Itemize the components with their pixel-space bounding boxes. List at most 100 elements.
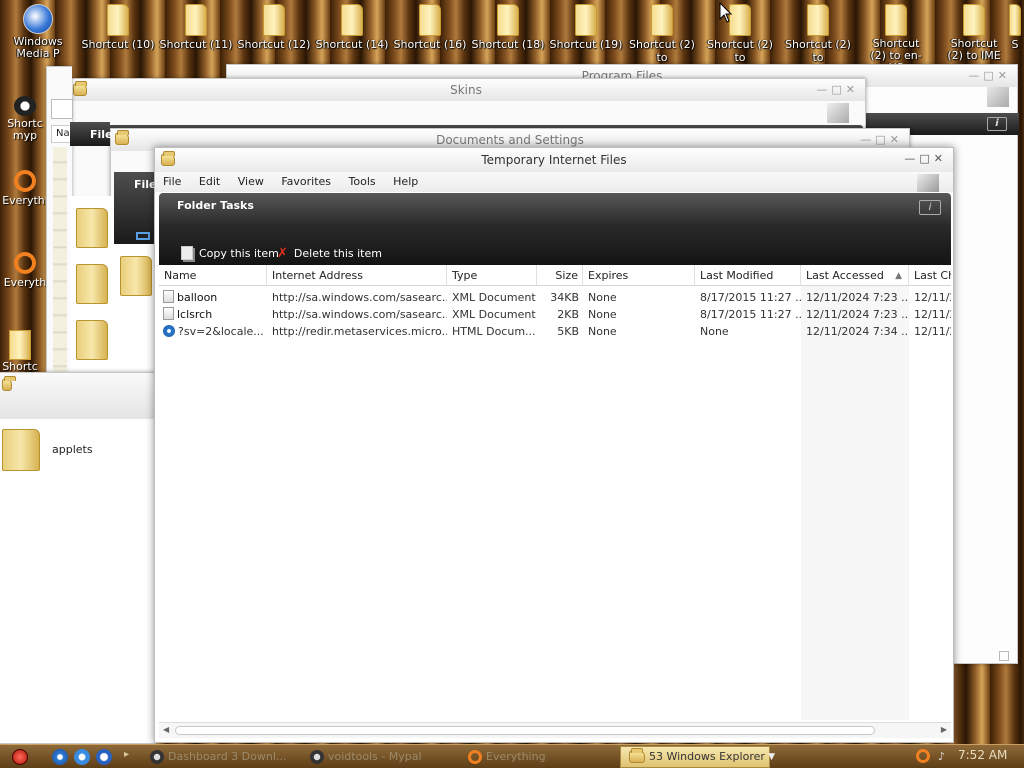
column-header-last-accessed[interactable]: Last Accessed ▲: [801, 265, 909, 286]
desktop-icon-media-player[interactable]: Windows Media P: [0, 2, 76, 60]
window-title: Temporary Internet Files: [481, 153, 627, 167]
column-header-name[interactable]: Name: [159, 265, 267, 286]
menu-favorites[interactable]: Favorites: [281, 172, 331, 192]
tray-volume-icon[interactable]: ♪: [938, 750, 945, 763]
clock[interactable]: 7:52 AM: [958, 748, 1007, 762]
maximize-icon[interactable]: □: [919, 152, 933, 165]
minimize-icon[interactable]: —: [968, 69, 983, 82]
browser-alt-quicklaunch-icon[interactable]: [74, 749, 90, 765]
window-controls[interactable]: —□✕: [816, 79, 859, 101]
column-header-last-checked[interactable]: Last Ch: [909, 265, 951, 286]
horizontal-scrollbar[interactable]: ◀ ▶: [159, 722, 951, 738]
minimize-icon[interactable]: —: [816, 83, 831, 96]
cell-name: balloon: [177, 291, 218, 304]
desktop-icon-shortcut-19[interactable]: Shortcut (19): [548, 2, 624, 51]
close-icon[interactable]: ✕: [998, 69, 1011, 82]
maximize-icon[interactable]: □: [831, 83, 845, 96]
folder-icon: [161, 151, 175, 166]
window-left-explorer[interactable]: Na: [46, 66, 73, 377]
resize-grip-icon[interactable]: [999, 651, 1009, 661]
desktop-icon-label: Everyth: [3, 276, 47, 289]
scroll-right-icon[interactable]: ▶: [941, 725, 947, 734]
skins-band-label: File: [90, 128, 113, 141]
xml-file-icon: [163, 290, 174, 303]
column-header-last-modified[interactable]: Last Modified: [695, 265, 801, 286]
desktop-icon-shortcut-2-to-ime[interactable]: Shortcut (2) to IME: [936, 2, 1012, 62]
desktop-icon-everything-b[interactable]: Everyth: [0, 252, 50, 289]
menu-tools[interactable]: Tools: [349, 172, 376, 192]
chevron-down-icon[interactable]: ▼: [768, 747, 775, 767]
taskbar-item-label: Everything: [486, 750, 546, 763]
scrollbar-thumb[interactable]: [175, 726, 875, 735]
menu-edit[interactable]: Edit: [199, 172, 220, 192]
chevron-right-icon[interactable]: ▸: [124, 749, 129, 760]
folder-tasks-panel: Folder Tasks i Copy this item ✗ Delete t…: [159, 193, 951, 265]
maximize-icon[interactable]: □: [875, 133, 889, 146]
desktop-icon-shortcut-14[interactable]: Shortcut (14): [314, 2, 390, 51]
column-label: Name: [164, 269, 197, 282]
desktop-icon-shortcut-left[interactable]: Shortc: [0, 330, 40, 373]
window-title-bar[interactable]: Skins —□✕: [67, 79, 865, 101]
maximize-icon[interactable]: □: [983, 69, 997, 82]
nav-input[interactable]: [51, 99, 73, 119]
close-icon[interactable]: ✕: [846, 83, 859, 96]
folder-icon[interactable]: [76, 264, 108, 304]
menu-view[interactable]: View: [238, 172, 264, 192]
desktop-icon-shortcut-2-to-b[interactable]: Shortcut (2) to: [702, 2, 778, 64]
skins-band-left: File: [70, 122, 113, 146]
start-button[interactable]: [12, 749, 28, 765]
table-row[interactable]: lclsrch http://sa.windows.com/sasearc...…: [159, 306, 951, 323]
desktop-icon-shortcut-2-to-a[interactable]: Shortcut (2) to: [624, 2, 700, 64]
window-controls[interactable]: —□✕: [904, 148, 947, 170]
column-header-expires[interactable]: Expires: [583, 265, 695, 286]
taskbar-item-dashboard[interactable]: Dashboard 3 Downl...: [146, 747, 286, 767]
column-header-internet-address[interactable]: Internet Address: [267, 265, 447, 286]
minimize-icon[interactable]: —: [860, 133, 875, 146]
desktop-icon-shortcut-10[interactable]: Shortcut (10): [80, 2, 156, 51]
table-row[interactable]: balloon http://sa.windows.com/sasearc...…: [159, 289, 951, 306]
tray-search-icon[interactable]: [916, 749, 930, 763]
desktop-icon-shortcut-18[interactable]: Shortcut (18): [470, 2, 546, 51]
delete-item-button[interactable]: ✗ Delete this item: [277, 246, 382, 261]
close-icon[interactable]: ✕: [890, 133, 903, 146]
menu-help[interactable]: Help: [393, 172, 418, 192]
folder-icon: [419, 4, 441, 36]
desktop-icon-shortcut-16[interactable]: Shortcut (16): [392, 2, 468, 51]
applets-item[interactable]: applets: [0, 429, 150, 473]
window-temporary-internet-files[interactable]: Temporary Internet Files —□✕ File Edit V…: [154, 147, 954, 743]
table-row[interactable]: ?sv=2&locale... http://redir.metaservice…: [159, 323, 951, 340]
delete-item-label: Delete this item: [293, 247, 382, 260]
desktop-icon-partial[interactable]: S: [1006, 2, 1024, 51]
column-header-size[interactable]: Size: [537, 265, 583, 286]
menu-bar: File Edit View Favorites Tools Help: [155, 172, 953, 192]
column-header-type[interactable]: Type: [447, 265, 537, 286]
file-list[interactable]: Name Internet Address Type Size Expires …: [159, 265, 951, 720]
scroll-left-icon[interactable]: ◀: [163, 725, 169, 734]
desktop-icon-mypal-shortcut[interactable]: Shortc myp: [0, 96, 50, 142]
info-icon[interactable]: i: [987, 117, 1007, 131]
delete-icon: ✗: [277, 246, 288, 261]
taskbar-item-windows-explorer[interactable]: 53 Windows Explorer ▼: [620, 746, 775, 768]
documents-band-left: File: [114, 172, 158, 244]
minimize-icon[interactable]: —: [904, 152, 919, 165]
window-controls[interactable]: —□✕: [968, 65, 1011, 87]
desktop-icon-shortcut-12[interactable]: Shortcut (12): [236, 2, 312, 51]
window-title-bar[interactable]: Temporary Internet Files —□✕: [155, 148, 953, 172]
folder-icon[interactable]: [120, 256, 152, 296]
folder-icon[interactable]: [76, 208, 108, 248]
taskbar-item-everything[interactable]: Everything: [464, 747, 546, 767]
folder-icon[interactable]: [76, 320, 108, 360]
copy-item-button[interactable]: Copy this item: [181, 246, 279, 260]
close-icon[interactable]: ✕: [934, 152, 947, 165]
media-quicklaunch-icon[interactable]: [96, 749, 112, 765]
menu-file[interactable]: File: [163, 172, 181, 192]
taskbar-item-voidtools[interactable]: voidtools - Mypal: [306, 747, 422, 767]
desktop-icon-shortcut-11[interactable]: Shortcut (11): [158, 2, 234, 51]
cell-type: XML Document: [452, 291, 536, 304]
desktop-icon-everything-a[interactable]: Everythi: [0, 170, 50, 207]
info-icon[interactable]: i: [919, 200, 941, 215]
browser-quicklaunch-icon[interactable]: [52, 749, 68, 765]
folder-icon: [2, 376, 16, 391]
window-applets[interactable]: applets: [0, 372, 156, 744]
desktop-icon-shortcut-2-to-c[interactable]: Shortcut (2) to: [780, 2, 856, 64]
